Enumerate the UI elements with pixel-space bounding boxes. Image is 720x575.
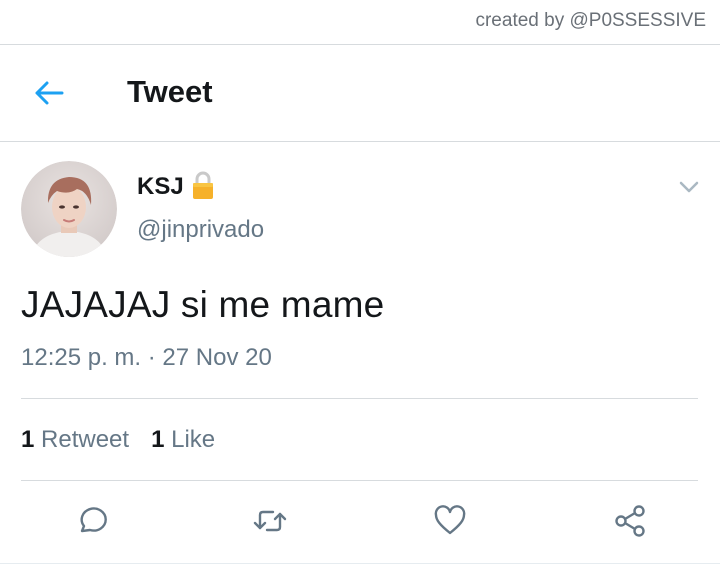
divider: [0, 563, 720, 564]
tweet-stats: 1 Retweet 1 Like: [21, 426, 215, 454]
credit-bar: created by @P0SSESSIVE: [0, 0, 720, 45]
retweet-icon: [253, 510, 287, 532]
share-button[interactable]: [610, 501, 650, 541]
lock-icon: [192, 171, 213, 199]
likes-stat[interactable]: 1 Like: [151, 426, 215, 454]
tweet-text: JAJAJAJ si me mame: [21, 284, 385, 325]
display-name[interactable]: KSJ: [137, 173, 184, 201]
reply-button[interactable]: [71, 501, 111, 541]
likes-count: 1: [151, 426, 165, 453]
arrow-left-icon: [35, 81, 64, 105]
divider: [21, 480, 698, 481]
top-app-bar: Tweet: [0, 44, 720, 142]
back-button[interactable]: [30, 74, 68, 112]
avatar-image: [21, 161, 117, 257]
chevron-down-icon[interactable]: [676, 176, 702, 198]
tweet-actions: [0, 495, 720, 550]
retweets-label: Retweet: [41, 426, 130, 453]
watermark-credit: created by @P0SSESSIVE: [475, 10, 706, 31]
tweet-timestamp: 12:25 p. m. · 27 Nov 20: [21, 344, 272, 371]
share-icon: [615, 505, 645, 537]
page-title: Tweet: [127, 74, 213, 109]
reply-icon: [80, 507, 107, 533]
divider: [21, 398, 698, 399]
likes-label: Like: [171, 426, 216, 453]
avatar[interactable]: [21, 161, 117, 257]
retweets-count: 1: [21, 426, 35, 453]
retweet-button[interactable]: [250, 501, 290, 541]
author-name-row[interactable]: KSJ: [137, 171, 214, 202]
retweets-stat[interactable]: 1 Retweet: [21, 426, 129, 454]
like-icon: [434, 505, 466, 535]
user-handle[interactable]: @jinprivado: [137, 216, 264, 244]
like-button[interactable]: [430, 501, 470, 541]
